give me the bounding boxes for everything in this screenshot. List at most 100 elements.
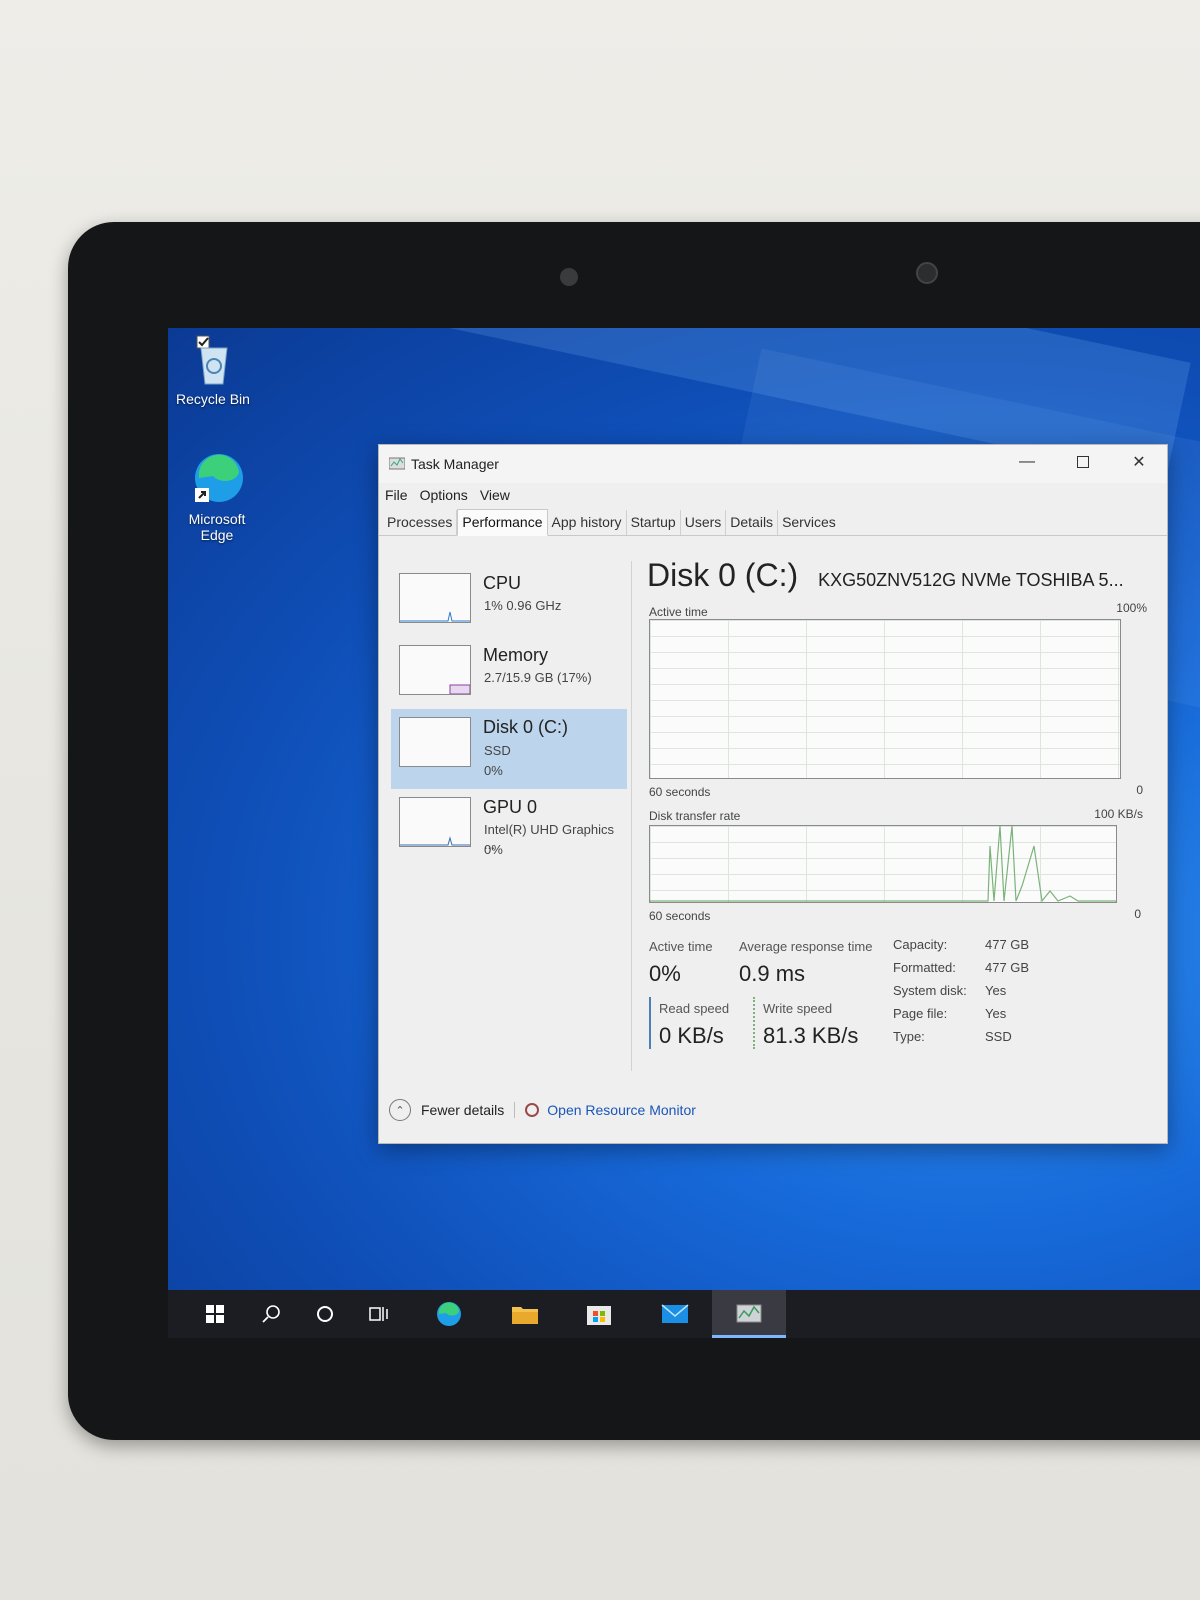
tab-app-history[interactable]: App history: [548, 510, 627, 535]
task-manager-window: Task Manager — ✕ File Options View Proce…: [378, 444, 1168, 1144]
menu-view[interactable]: View: [480, 487, 510, 503]
taskbar-file-explorer[interactable]: [498, 1290, 552, 1338]
tab-services[interactable]: Services: [778, 510, 840, 535]
resource-detail: 1% 0.96 GHz: [484, 598, 562, 613]
page-file-value: Yes: [985, 1006, 1007, 1021]
maximize-icon: [1077, 456, 1089, 468]
task-manager-icon: [736, 1304, 762, 1322]
open-resource-monitor-label: Open Resource Monitor: [547, 1102, 696, 1118]
close-button[interactable]: ✕: [1111, 445, 1167, 479]
pane-divider: [631, 561, 632, 1071]
taskbar-mail[interactable]: [648, 1290, 702, 1338]
transfer-rate-graph-span: 60 seconds: [649, 909, 711, 923]
search-icon: [262, 1305, 280, 1323]
read-speed-label: Read speed: [659, 1001, 730, 1016]
disk-detail-pane: Disk 0 (C:) KXG50ZNV512G NVMe TOSHIBA 5.…: [647, 557, 1147, 1049]
system-disk-value: Yes: [985, 983, 1007, 998]
active-time-graph-min: 0: [1136, 783, 1143, 797]
camera-icon: [560, 268, 578, 286]
resource-detail: SSD: [484, 743, 511, 758]
read-speed-value: 0 KB/s: [659, 1023, 724, 1048]
write-speed-label: Write speed: [763, 1001, 833, 1016]
open-resource-monitor-link[interactable]: Open Resource Monitor: [525, 1102, 696, 1118]
transfer-rate-graph-max: 100 KB/s: [1094, 807, 1143, 821]
task-view-button[interactable]: [352, 1290, 406, 1338]
type-value: SSD: [985, 1029, 1012, 1044]
title-bar[interactable]: Task Manager — ✕: [379, 445, 1167, 483]
store-icon: [587, 1306, 611, 1325]
menu-options[interactable]: Options: [420, 487, 468, 503]
tab-startup[interactable]: Startup: [627, 510, 681, 535]
recycle-bin-label: Recycle Bin: [176, 391, 250, 407]
disk-thumbnail: [399, 717, 471, 767]
edge-label: Microsoft Edge: [188, 511, 246, 543]
taskbar: [168, 1290, 1200, 1338]
maximize-button[interactable]: [1055, 445, 1111, 479]
task-manager-icon: [388, 456, 406, 473]
fewer-details-label: Fewer details: [421, 1102, 505, 1118]
menu-file[interactable]: File: [385, 487, 408, 503]
windows-icon: [206, 1305, 224, 1323]
resource-name: Memory: [483, 645, 549, 665]
recycle-bin-icon: [196, 335, 228, 385]
search-button[interactable]: [244, 1290, 298, 1338]
transfer-rate-graph: [649, 825, 1117, 903]
fewer-details-button[interactable]: ⌃ Fewer details: [389, 1099, 504, 1121]
write-speed-value: 81.3 KB/s: [763, 1023, 859, 1048]
page-file-key: Page file:: [893, 1006, 948, 1021]
resource-detail: 2.7/15.9 GB (17%): [484, 670, 592, 685]
cortana-button[interactable]: [298, 1290, 352, 1338]
tab-performance[interactable]: Performance: [457, 509, 548, 536]
active-time-value: 0%: [649, 961, 681, 986]
disk-model: KXG50ZNV512G NVMe TOSHIBA 5...: [818, 570, 1124, 590]
tab-users[interactable]: Users: [681, 510, 727, 535]
avg-response-label: Average response time: [739, 939, 873, 954]
menu-bar: File Options View: [379, 483, 1167, 507]
resource-gpu[interactable]: GPU 0 Intel(R) UHD Graphics ... 0%: [391, 789, 627, 869]
mail-icon: [661, 1304, 689, 1323]
desktop: Recycle Bin Microsoft Edge Task Manager …: [168, 328, 1200, 1338]
avg-response-value: 0.9 ms: [739, 961, 806, 986]
resource-usage: 0%: [484, 842, 503, 857]
capacity-value: 477 GB: [985, 937, 1030, 952]
chevron-up-icon: ⌃: [389, 1099, 411, 1121]
gpu-thumbnail: [399, 797, 471, 847]
cortana-icon: [317, 1306, 333, 1322]
tab-processes[interactable]: Processes: [383, 510, 458, 535]
start-button[interactable]: [188, 1290, 242, 1338]
resource-name: GPU 0: [483, 797, 538, 817]
recycle-bin-shortcut[interactable]: Recycle Bin: [168, 330, 258, 407]
resource-monitor-icon: [525, 1103, 540, 1117]
type-key: Type:: [893, 1029, 925, 1044]
transfer-rate-graph-min: 0: [1134, 907, 1141, 921]
task-view-icon: [369, 1307, 388, 1321]
edge-shortcut[interactable]: Microsoft Edge: [172, 448, 262, 543]
edge-icon: [437, 1302, 461, 1326]
active-time-graph: [649, 619, 1121, 779]
window-title: Task Manager: [411, 456, 499, 472]
taskbar-store[interactable]: [572, 1290, 626, 1338]
tab-strip: Processes Performance App history Startu…: [379, 507, 1167, 536]
minimize-button[interactable]: —: [999, 445, 1055, 479]
resource-name: CPU: [483, 573, 522, 593]
resource-memory[interactable]: Memory 2.7/15.9 GB (17%): [391, 637, 627, 709]
active-time-graph-label: Active time: [649, 605, 708, 619]
resource-name: Disk 0 (C:): [483, 717, 568, 737]
capacity-key: Capacity:: [893, 937, 948, 952]
active-time-graph-max: 100%: [1116, 601, 1147, 615]
transfer-rate-graph-label: Disk transfer rate: [649, 809, 741, 823]
resource-cpu[interactable]: CPU 1% 0.96 GHz: [391, 565, 627, 637]
resource-disk[interactable]: Disk 0 (C:) SSD 0%: [391, 709, 627, 789]
folder-icon: [512, 1307, 538, 1324]
memory-thumbnail: [399, 645, 471, 695]
resource-list: CPU 1% 0.96 GHz Memory 2.7/15.9 GB (17%)…: [391, 565, 627, 869]
formatted-value: 477 GB: [985, 960, 1030, 975]
tab-details[interactable]: Details: [726, 510, 779, 535]
sensor-icon: [916, 262, 938, 284]
minimize-icon: —: [1019, 453, 1035, 470]
taskbar-edge[interactable]: [422, 1290, 476, 1338]
active-time-graph-span: 60 seconds: [649, 785, 711, 799]
disk-title: Disk 0 (C:): [647, 557, 799, 593]
taskbar-task-manager[interactable]: [712, 1290, 786, 1338]
formatted-key: Formatted:: [893, 960, 956, 975]
